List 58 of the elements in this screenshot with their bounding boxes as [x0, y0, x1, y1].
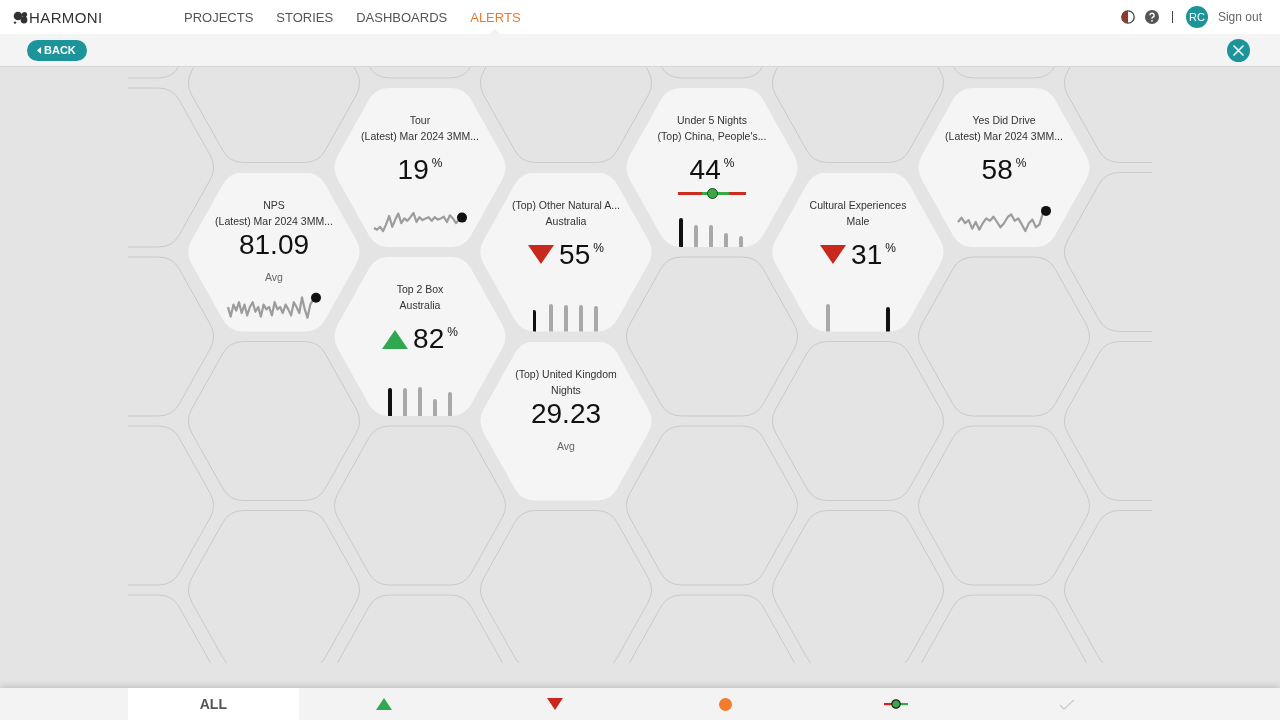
mini-bar-chart [387, 386, 453, 416]
metric-value: 82 [413, 323, 445, 355]
aggregate-label: Avg [557, 438, 575, 454]
tile-subtitle: (Latest) Mar 2024 3MM... [945, 129, 1063, 144]
tile-title: Cultural Experiences [809, 197, 907, 213]
unit-label: % [593, 240, 604, 255]
range-icon [884, 699, 908, 709]
nav-tab[interactable]: DASHBOARDS [356, 0, 448, 34]
logo-icon [13, 10, 28, 24]
tile-title: Yes Did Drive [972, 113, 1036, 128]
logo-text: HARMONI [29, 8, 103, 26]
tile-title: NPS [263, 197, 285, 213]
tile-title: Tour [409, 113, 431, 128]
nav-tab[interactable]: PROJECTS [184, 0, 254, 34]
help-icon[interactable] [1144, 10, 1159, 24]
tile-title: (Top) United Kingdom [515, 366, 617, 382]
sign-out-link[interactable]: Sign out [1217, 10, 1262, 24]
up-triangle-icon [382, 329, 409, 349]
tile-title: Under 5 Nights [676, 113, 747, 128]
down-triangle-icon [546, 698, 563, 710]
mini-bar-chart [533, 301, 599, 332]
metric-value: 19 [397, 154, 429, 186]
metric-value: 29.23 [530, 397, 602, 430]
tile-subtitle: Male [846, 213, 870, 229]
metric-value: 58 [981, 154, 1013, 186]
metric-value: 31 [851, 238, 883, 271]
tile-title: (Top) Other Natural A... [512, 197, 620, 213]
tile-subtitle: Australia [399, 298, 441, 313]
unit-label: % [723, 156, 735, 170]
tile-subtitle: (Latest) Mar 2024 3MM... [215, 213, 333, 229]
down-triangle-icon [528, 245, 555, 264]
tile-title: Top 2 Box [396, 282, 444, 297]
back-button[interactable]: BACK [27, 39, 87, 61]
metric-value: 55 [559, 238, 591, 271]
unit-label: % [447, 325, 458, 339]
close-icon [1233, 44, 1244, 56]
caret-icon [37, 46, 41, 54]
tile-subtitle: (Latest) Mar 2024 3MM... [361, 129, 479, 144]
contrast-icon[interactable] [1120, 10, 1135, 24]
metric-value: 81.09 [238, 228, 310, 261]
user-avatar[interactable]: RC [1185, 6, 1208, 28]
aggregate-label: Avg [265, 269, 283, 285]
check-icon [1058, 698, 1075, 710]
unit-label: % [431, 156, 443, 170]
tile-subtitle: Nights [551, 382, 581, 398]
tile-subtitle: (Top) China, People's... [657, 129, 767, 144]
unit-label: % [1015, 156, 1027, 170]
down-triangle-icon [820, 245, 847, 264]
mini-bar-chart [825, 301, 891, 332]
nav-tab[interactable]: STORIES [276, 0, 334, 34]
metric-value: 44 [689, 154, 721, 186]
unit-label: % [885, 240, 896, 255]
mini-bar-chart [679, 217, 745, 247]
up-triangle-icon [376, 698, 392, 710]
filter-tab[interactable]: ALL [128, 688, 299, 720]
close-button[interactable] [1227, 38, 1250, 62]
tile-subtitle: Australia [545, 213, 587, 229]
dot-icon [718, 697, 732, 711]
